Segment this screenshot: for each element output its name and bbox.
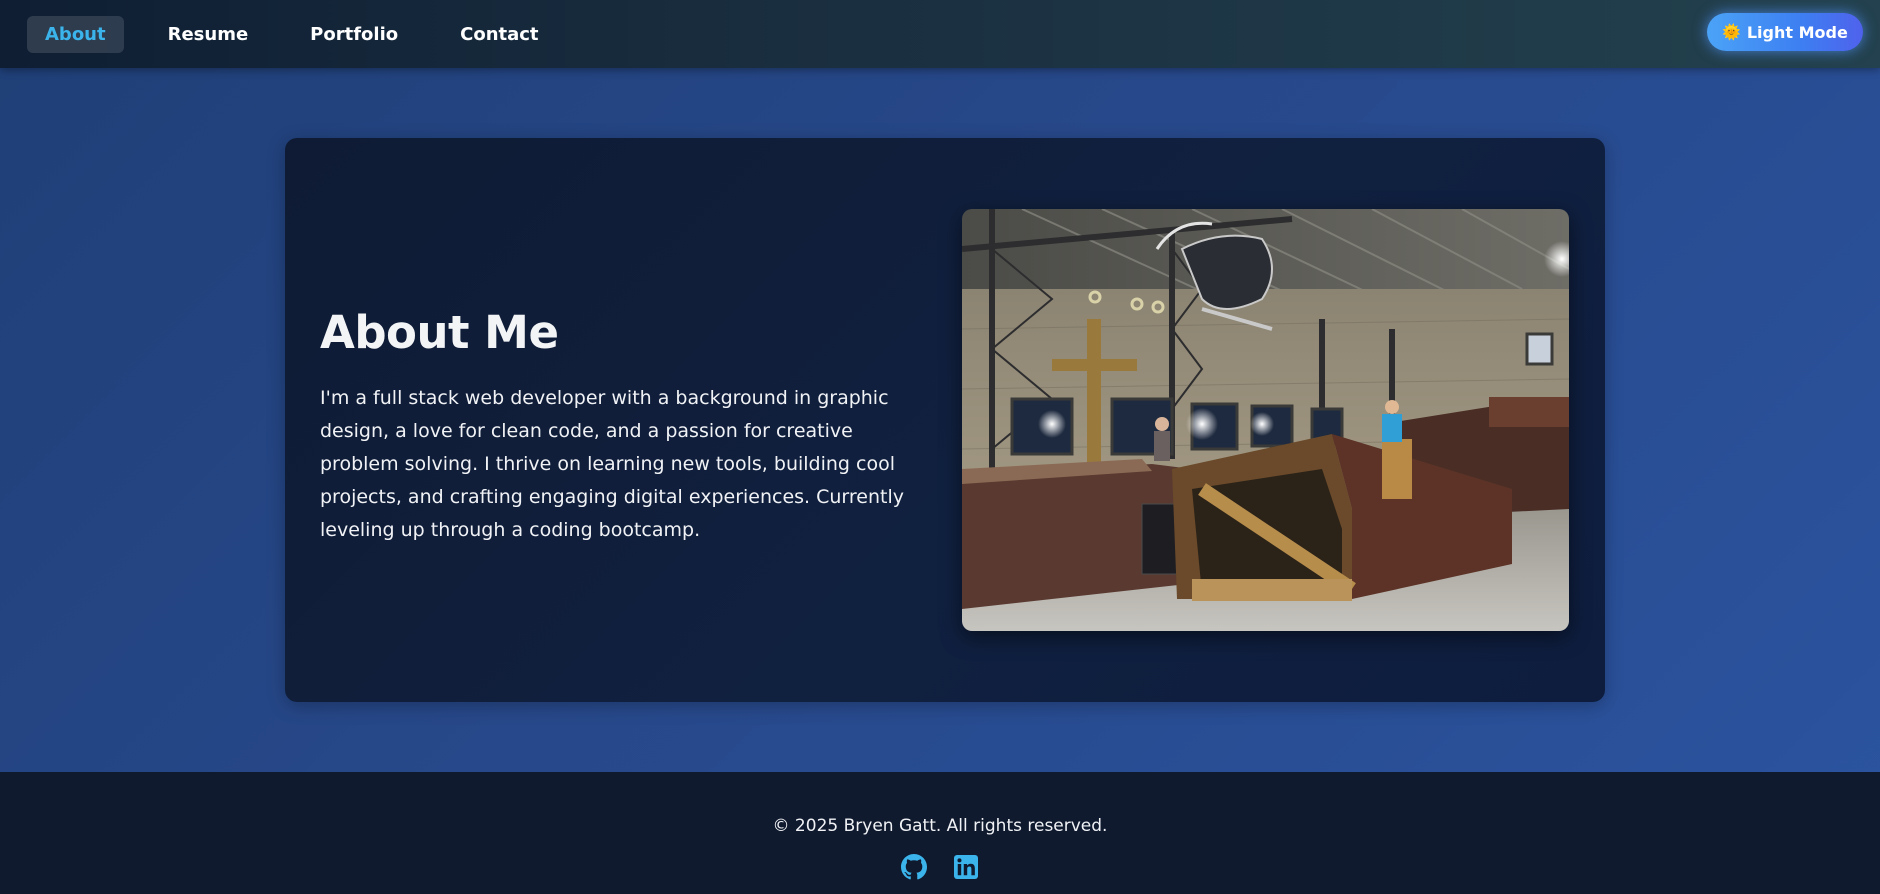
github-icon [901,854,927,880]
top-navbar: About Resume Portfolio Contact 🌞 Light M… [0,0,1880,68]
about-bio: I'm a full stack web developer with a ba… [320,386,905,541]
sun-emoji-icon: 🌞 [1722,23,1741,41]
skatepark-photo-illustration [962,209,1569,631]
copyright-text: © 2025 Bryen Gatt. All rights reserved. [772,816,1108,836]
nav-links: About Resume Portfolio Contact [27,15,583,53]
nav-link-resume[interactable]: Resume [150,16,267,53]
github-link[interactable] [900,853,928,881]
nav-link-contact[interactable]: Contact [442,16,556,53]
light-mode-toggle-button[interactable]: 🌞 Light Mode [1707,13,1863,51]
social-links [0,853,1880,881]
linkedin-icon [954,855,978,879]
light-mode-label: Light Mode [1746,22,1848,42]
linkedin-link[interactable] [952,853,980,881]
skatepark-photo [962,209,1569,631]
about-text-column: About Me I'm a full stack web developer … [320,308,920,547]
page-title: About Me [320,306,559,359]
nav-link-about[interactable]: About [27,15,124,53]
nav-link-portfolio[interactable]: Portfolio [292,16,416,53]
footer: © 2025 Bryen Gatt. All rights reserved. [0,772,1880,894]
about-card: About Me I'm a full stack web developer … [285,138,1605,702]
